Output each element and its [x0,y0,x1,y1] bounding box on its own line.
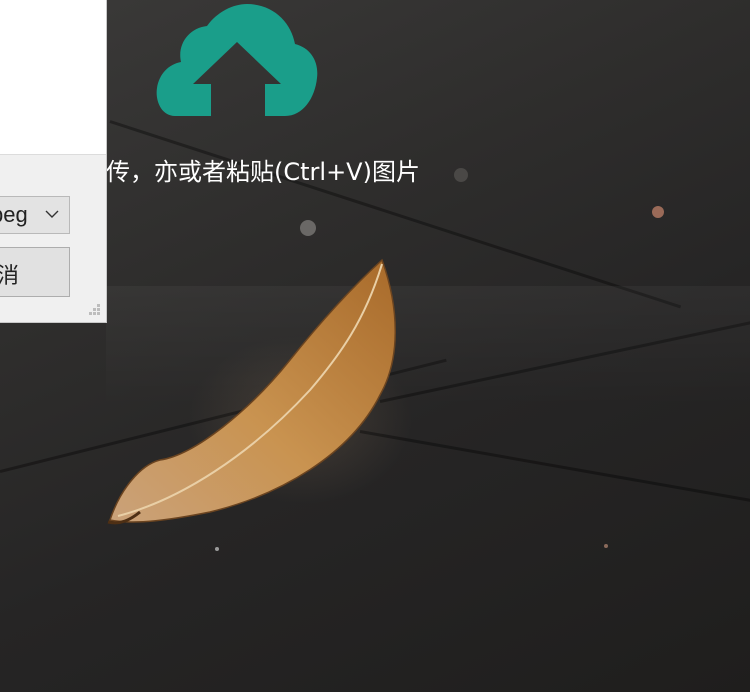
file-type-select[interactable]: peg [0,196,70,234]
leaf-image [107,258,396,525]
cancel-label: 消 [0,258,19,290]
bokeh-dot [215,547,219,551]
bokeh-dot [300,220,316,236]
upload-hint-text: 传，亦或者粘贴(Ctrl+V)图片 [106,158,420,186]
bokeh-dot [604,544,608,548]
file-type-label: peg [0,202,28,227]
cloud-upload-icon[interactable] [155,4,319,118]
chevron-down-icon [45,210,59,218]
file-list-area[interactable] [0,0,106,155]
cancel-button[interactable]: 消 [0,247,70,297]
bokeh-dot [454,168,468,182]
file-dialog: peg 消 [0,0,107,323]
bokeh-dot [652,206,664,218]
resize-grip-icon[interactable] [84,302,102,318]
file-type-value: peg [0,202,39,228]
